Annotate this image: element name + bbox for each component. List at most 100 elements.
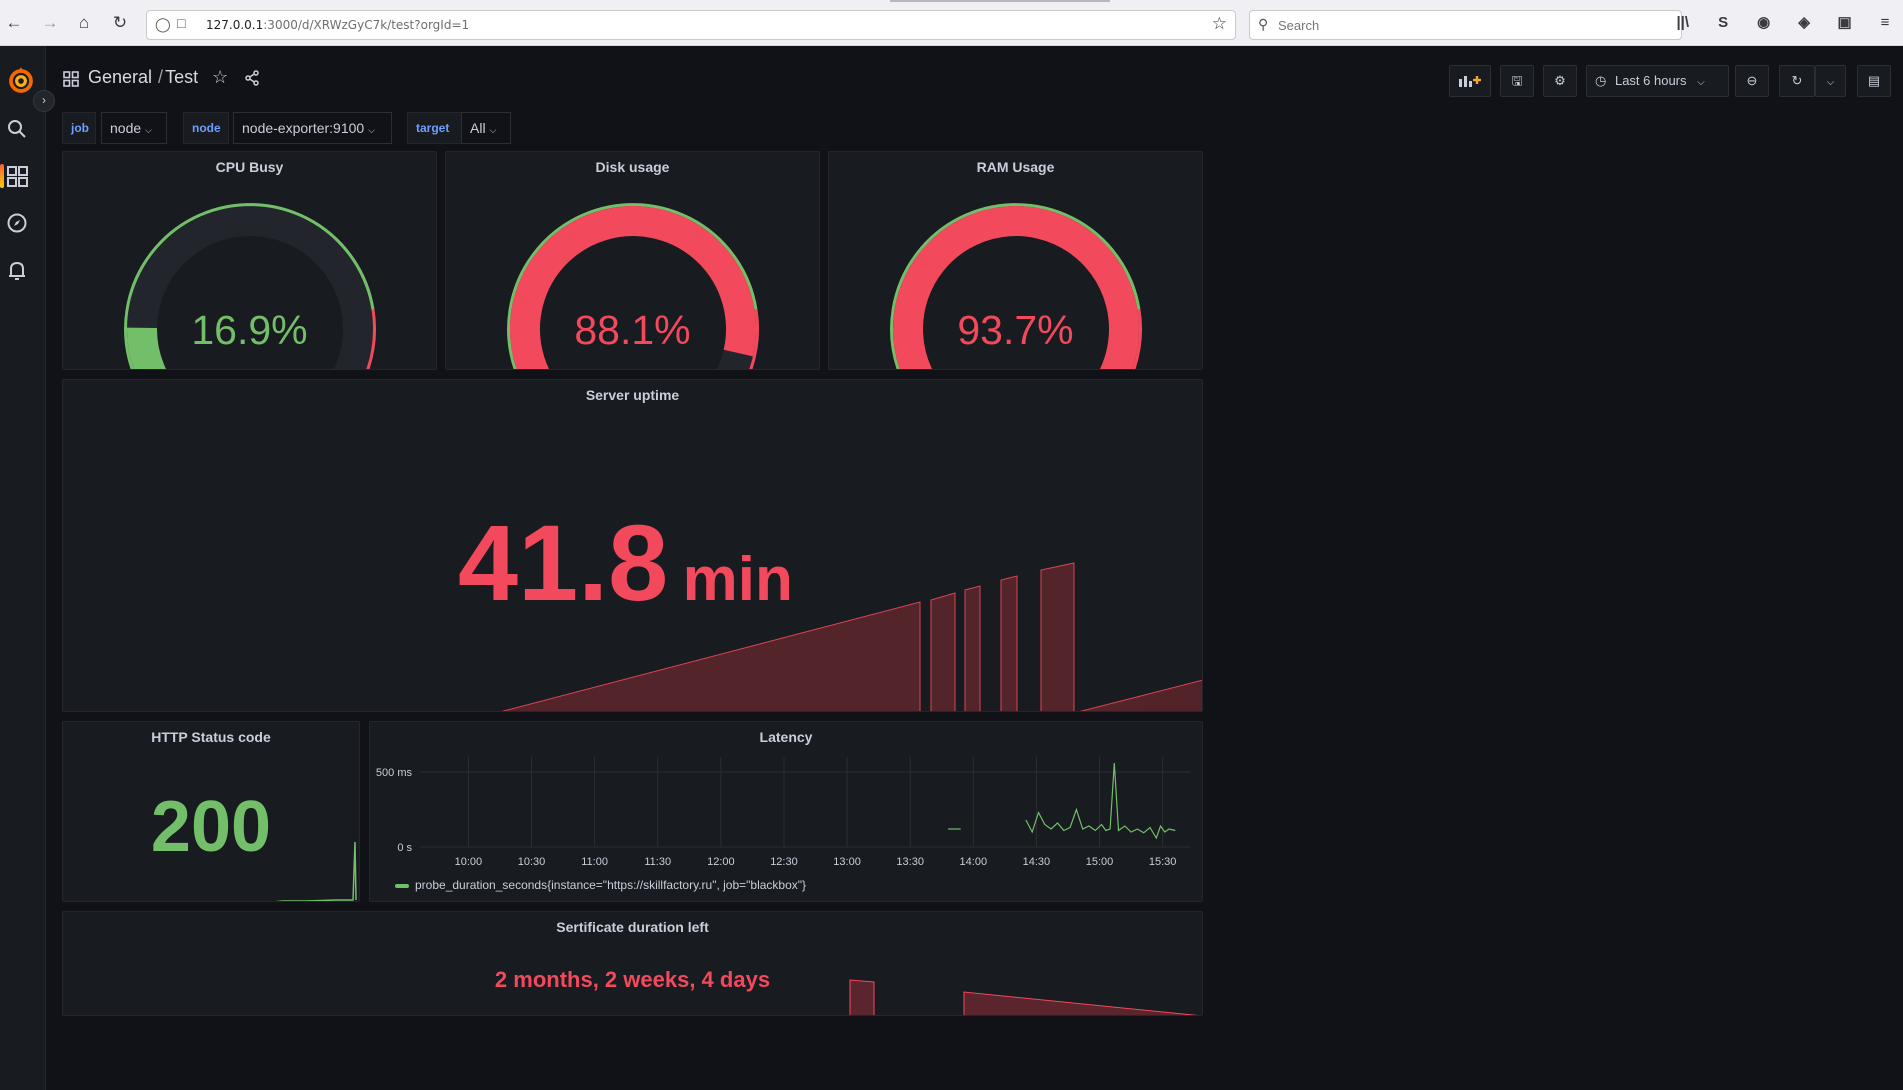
url-text: 127.0.0.1:3000/d/XRWzGyC7k/test?orgId=1 xyxy=(206,18,469,32)
x-tick-label: 12:00 xyxy=(707,856,735,868)
x-tick-label: 12:30 xyxy=(770,856,798,868)
add-panel-button[interactable] xyxy=(1449,65,1491,97)
y-tick-label: 0 s xyxy=(397,842,412,854)
panel-cpu-busy[interactable]: CPU Busy 16.9% xyxy=(62,151,437,370)
breadcrumb-separator: / xyxy=(158,67,164,87)
breadcrumb: General / Test xyxy=(88,67,198,88)
panel-ram-usage[interactable]: RAM Usage 93.7% xyxy=(828,151,1203,370)
x-tick-label: 13:00 xyxy=(833,856,861,868)
refresh-icon: ↻ xyxy=(1791,73,1803,88)
uptime-value: 41.8 xyxy=(458,502,669,623)
search-placeholder: Search xyxy=(1278,18,1320,33)
uptime-spark-area xyxy=(964,585,981,711)
time-range-label: Last 6 hours xyxy=(1614,73,1687,88)
dashboards-icon[interactable] xyxy=(7,166,29,188)
share-icon[interactable] xyxy=(244,70,260,86)
variable-label-job: job xyxy=(62,112,96,144)
dashboard-settings-button[interactable]: ⚙ xyxy=(1543,65,1577,97)
favorite-star-icon[interactable]: ☆ xyxy=(212,67,228,88)
chevron-down-icon: ⌵ xyxy=(1826,77,1835,88)
chevron-down-icon: ⌵ xyxy=(368,125,375,135)
variable-label-target: target xyxy=(407,112,463,144)
refresh-button[interactable]: ↻ xyxy=(1779,65,1815,97)
x-tick-label: 10:30 xyxy=(518,856,546,868)
save-dashboard-button[interactable]: 🖫 xyxy=(1500,65,1534,97)
variable-value-node: node-exporter:9100 xyxy=(242,120,365,136)
shield-icon: ◯ xyxy=(155,16,171,32)
latency-chart: 0 s 500 ms 10:00 10:30 11:00 11:30 12:00 12:30 1… xyxy=(376,757,1190,868)
http-value: 200 xyxy=(150,787,272,867)
uptime-spark-area xyxy=(1079,679,1202,711)
panel-disk-usage[interactable]: Disk usage 88.1% xyxy=(445,151,820,370)
panel-server-uptime[interactable]: Server uptime 41.8 min xyxy=(62,379,1203,712)
bookmark-star-icon[interactable]: ☆ xyxy=(1212,14,1227,34)
x-tick-label: 11:00 xyxy=(581,856,608,868)
x-tick-label: 15:00 xyxy=(1086,856,1114,868)
view-mode-button[interactable]: ▤ xyxy=(1857,65,1891,97)
ram-value: 93.7% xyxy=(957,307,1074,353)
shield-extension-icon[interactable]: ◈ xyxy=(1786,13,1822,31)
monitor-icon: ▤ xyxy=(1867,73,1881,88)
active-indicator xyxy=(0,164,4,188)
refresh-interval-dropdown[interactable]: ⌵ xyxy=(1815,65,1846,97)
dashboard-title[interactable]: Test xyxy=(165,67,198,87)
uptime-unit: min xyxy=(682,545,793,614)
uptime-spark-area xyxy=(930,592,956,711)
address-bar[interactable]: ◯ □ 127.0.0.1:3000/d/XRWzGyC7k/test?orgI… xyxy=(146,10,1236,40)
home-icon[interactable]: ⌂ xyxy=(72,11,96,35)
x-tick-label: 11:30 xyxy=(644,856,671,868)
cert-spark-area xyxy=(963,991,1199,1015)
panel-http-status[interactable]: HTTP Status code 200 xyxy=(62,721,360,902)
variable-label-node: node xyxy=(183,112,229,144)
latency-series-line xyxy=(1025,762,1176,840)
legend-label: probe_duration_seconds{instance="https:/… xyxy=(415,878,807,892)
reload-icon[interactable]: ↻ xyxy=(108,11,132,35)
variable-select-node[interactable]: node-exporter:9100 ⌵ xyxy=(233,112,392,144)
x-tick-label: 14:00 xyxy=(960,856,988,868)
chevron-down-icon: ⌵ xyxy=(489,125,497,135)
back-icon[interactable]: ← xyxy=(2,11,26,35)
page-icon: □ xyxy=(177,15,186,31)
tab-indicator xyxy=(890,0,1110,2)
x-tick-label: 13:30 xyxy=(896,856,924,868)
x-tick-label: 15:30 xyxy=(1149,856,1177,868)
grafana-logo-icon[interactable] xyxy=(6,66,36,96)
disk-value: 88.1% xyxy=(574,307,691,353)
variable-value-job: node xyxy=(110,120,142,136)
zoom-out-icon: ⊖ xyxy=(1746,73,1758,88)
extension-s-icon[interactable]: S xyxy=(1705,14,1741,31)
legend-swatch xyxy=(395,883,409,888)
save-icon: 🖫 xyxy=(1511,73,1523,88)
panel-latency[interactable]: Latency 0 s 500 ms 10:00 10:30 11:00 11:30 12:… xyxy=(369,721,1203,902)
variable-select-target[interactable]: All ⌵ xyxy=(461,112,511,144)
panel-certificate-duration[interactable]: Sertificate duration left 2 months, 2 we… xyxy=(62,911,1203,1016)
menu-icon[interactable]: ≡ xyxy=(1867,14,1903,31)
library-icon[interactable]: ||\ xyxy=(1665,14,1701,31)
alerting-bell-icon[interactable] xyxy=(7,260,27,282)
browser-search-input[interactable]: ⚲ Search xyxy=(1249,10,1682,40)
dashboard-grid-icon xyxy=(63,71,79,87)
zoom-out-button[interactable]: ⊖ xyxy=(1735,65,1769,97)
explore-compass-icon[interactable] xyxy=(6,212,28,234)
latency-legend[interactable]: probe_duration_seconds{instance="https:/… xyxy=(395,878,806,892)
add-panel-icon xyxy=(1459,76,1481,87)
forward-icon[interactable]: → xyxy=(38,11,62,35)
time-picker-button[interactable]: ◷ Last 6 hours ⌵ xyxy=(1586,65,1729,97)
variable-value-target: All xyxy=(470,120,486,136)
uptime-spark-area xyxy=(1040,562,1075,711)
chevron-down-icon: ⌵ xyxy=(145,125,152,135)
cpu-value: 16.9% xyxy=(191,307,308,353)
browser-toolbar: ← → ⌂ ↻ ◯ □ 127.0.0.1:3000/d/XRWzGyC7k/t… xyxy=(0,0,1903,46)
container-icon[interactable]: ▣ xyxy=(1827,13,1863,31)
browser-extension-icons: ||\ S ◉ ◈ ▣ ≡ xyxy=(1665,13,1903,32)
uptime-value-group: 41.8 min xyxy=(458,500,793,625)
breadcrumb-folder[interactable]: General xyxy=(88,67,152,87)
y-tick-label: 500 ms xyxy=(376,767,413,779)
url-path: :3000/d/XRWzGyC7k/test?orgId=1 xyxy=(263,18,470,32)
url-host: 127.0.0.1 xyxy=(206,18,264,32)
side-menu xyxy=(0,46,46,1090)
search-icon[interactable] xyxy=(6,118,28,140)
extension-icon[interactable]: ◉ xyxy=(1746,13,1782,31)
variable-select-job[interactable]: node ⌵ xyxy=(101,112,167,144)
chevron-down-icon: ⌵ xyxy=(1697,77,1705,88)
